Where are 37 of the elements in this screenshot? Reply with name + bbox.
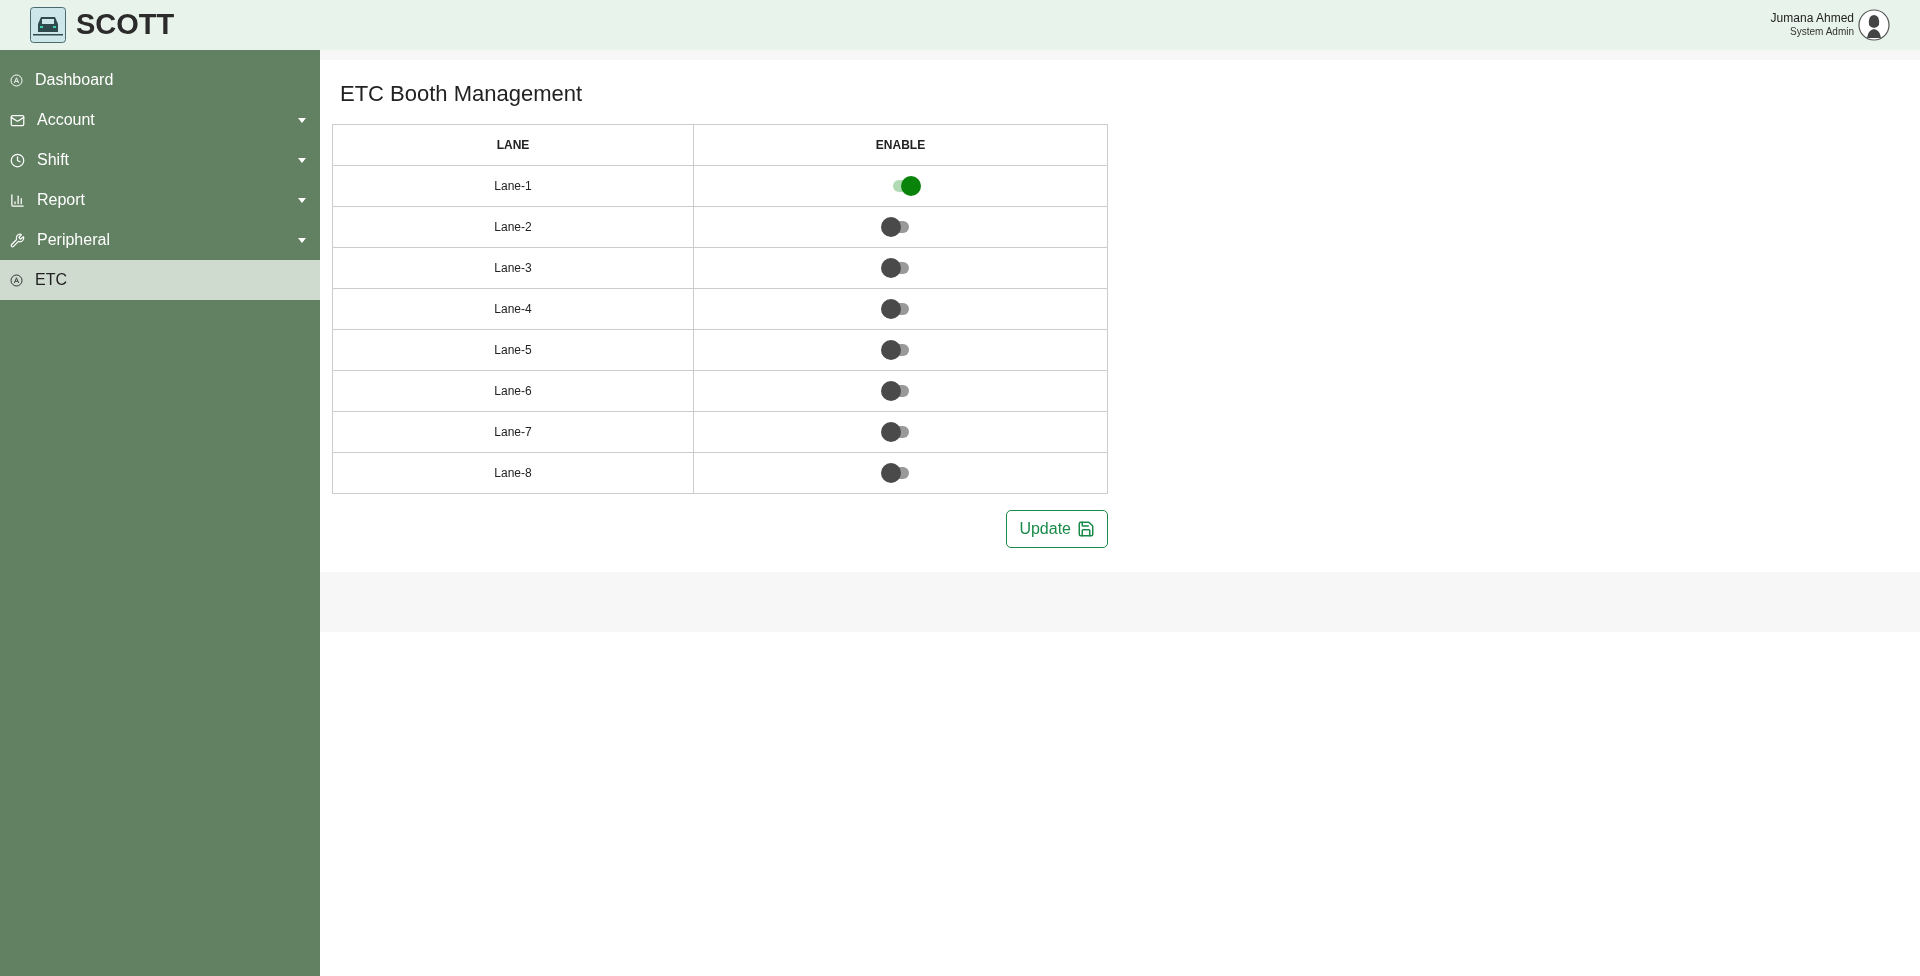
update-button[interactable]: Update [1006, 510, 1108, 548]
save-icon [1077, 520, 1095, 538]
brand-name: SCOTT [76, 7, 175, 43]
car-logo-icon [30, 7, 66, 43]
sidebar-item[interactable]: Peripheral [0, 220, 320, 260]
circled-letter-icon [10, 73, 23, 87]
table-cell: Lane-2 [332, 206, 694, 248]
tools-icon [10, 232, 25, 248]
toggle-switch[interactable] [880, 422, 911, 442]
table-cell: Lane-3 [332, 247, 694, 289]
table-cell: Lane-1 [332, 165, 694, 207]
clock-icon [10, 152, 25, 168]
user-role: System Admin [1790, 26, 1854, 39]
bar-chart-icon [10, 192, 25, 208]
toggle-switch[interactable] [880, 463, 911, 483]
toggle-switch[interactable] [880, 258, 911, 278]
avatar-icon[interactable] [1858, 9, 1890, 41]
user-name: Jumana Ahmed [1770, 11, 1854, 27]
toggle-switch[interactable] [880, 299, 911, 319]
column-header: ENABLE [693, 124, 1108, 166]
sidebar-item[interactable]: Account [0, 100, 320, 140]
sidebar-item[interactable]: ETC [0, 260, 320, 300]
table-cell: Lane-5 [332, 329, 694, 371]
toggle-switch[interactable] [880, 340, 911, 360]
circled-letter-icon [10, 273, 23, 287]
table-cell: Lane-7 [332, 411, 694, 453]
sidebar-item[interactable]: Dashboard [0, 60, 320, 100]
toggle-switch[interactable] [880, 217, 911, 237]
table-cell: Lane-8 [332, 452, 694, 494]
mail-icon [10, 112, 25, 128]
sidebar-item[interactable]: Shift [0, 140, 320, 180]
column-header: LANE [332, 124, 694, 166]
page-title: ETC Booth Management [340, 80, 584, 108]
table-cell: Lane-6 [332, 370, 694, 412]
toggle-switch[interactable] [880, 381, 911, 401]
sidebar-item[interactable]: Report [0, 180, 320, 220]
table-cell: Lane-4 [332, 288, 694, 330]
